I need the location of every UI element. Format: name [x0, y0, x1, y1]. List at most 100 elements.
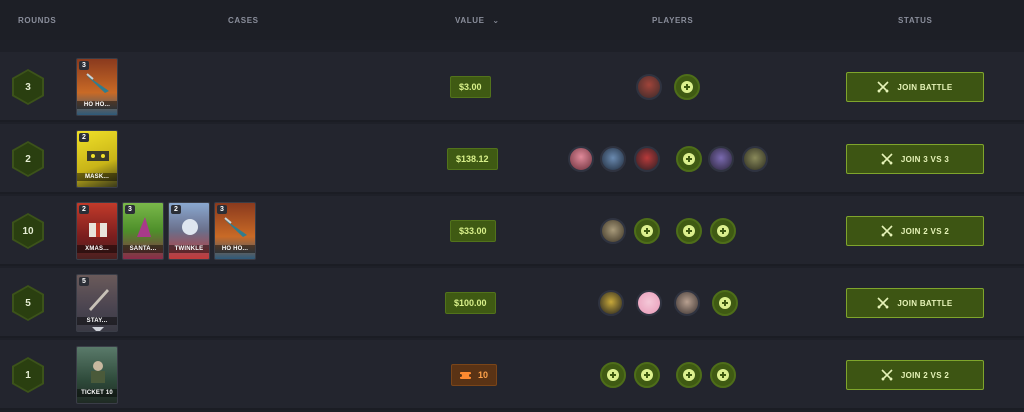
- case-count: 3: [217, 205, 227, 214]
- blade-icon: [89, 289, 109, 311]
- case-card[interactable]: 3 SANTA...: [122, 202, 164, 260]
- soldier-icon: [91, 361, 105, 383]
- rounds-badge: 1: [12, 357, 44, 393]
- case-count: 3: [125, 205, 135, 214]
- rounds-value: 5: [14, 287, 42, 319]
- case-card[interactable]: 5 STAY...: [76, 274, 118, 332]
- rounds-badge: 5: [12, 285, 44, 321]
- case-count: 2: [79, 133, 89, 142]
- case-name: TWINKLE: [169, 245, 209, 253]
- add-player-button[interactable]: [676, 362, 702, 388]
- battle-value: $138.12: [447, 148, 498, 170]
- crossed-swords-icon: [877, 81, 889, 93]
- battle-row: 2 2 MASK... $138.12 JOIN 3 VS 3: [0, 124, 1024, 194]
- add-player-button[interactable]: [634, 362, 660, 388]
- plus-icon: [683, 225, 695, 237]
- knife-icon: [86, 73, 109, 93]
- header-cases: CASES: [228, 16, 259, 25]
- add-player-button[interactable]: [710, 218, 736, 244]
- battle-value-amount: 10: [478, 370, 489, 380]
- case-card[interactable]: 3 HO HO...: [76, 58, 118, 116]
- plus-icon: [719, 297, 731, 309]
- battle-value: $100.00: [445, 292, 496, 314]
- case-card[interactable]: 2 TWINKLE: [168, 202, 210, 260]
- crossed-swords-icon: [881, 369, 893, 381]
- join-battle-button[interactable]: JOIN BATTLE: [846, 288, 984, 318]
- case-name: SANTA...: [123, 245, 163, 253]
- case-name: MASK...: [77, 173, 117, 181]
- join-button-label: JOIN 2 VS 2: [900, 370, 950, 380]
- case-card[interactable]: 2 MASK...: [76, 130, 118, 188]
- join-battle-button[interactable]: JOIN 2 VS 2: [846, 216, 984, 246]
- battle-row: 10 2 XMAS... 3 SANTA... 2 TWINKLE 3 HO H…: [0, 196, 1024, 266]
- mask-icon: [87, 151, 109, 161]
- case-count: 2: [79, 205, 89, 214]
- crossed-swords-icon: [877, 297, 889, 309]
- case-count: 3: [79, 61, 89, 70]
- rounds-value: 1: [14, 359, 42, 391]
- plus-icon: [641, 225, 653, 237]
- join-button-label: JOIN BATTLE: [897, 82, 953, 92]
- plus-icon: [607, 369, 619, 381]
- crossed-swords-icon: [881, 225, 893, 237]
- rounds-value: 2: [14, 143, 42, 175]
- header-rounds: ROUNDS: [18, 16, 57, 25]
- santa-icon: [137, 217, 151, 237]
- case-count: 2: [171, 205, 181, 214]
- add-player-button[interactable]: [676, 218, 702, 244]
- case-pointer: [92, 327, 104, 331]
- table-header: ROUNDS CASES VALUE ⌄ PLAYERS STATUS: [0, 0, 1024, 40]
- join-button-label: JOIN BATTLE: [897, 298, 953, 308]
- gift-icon: [89, 223, 107, 237]
- case-name: TICKET 10: [77, 389, 117, 397]
- case-card[interactable]: TICKET 10: [76, 346, 118, 404]
- chevron-down-icon: ⌄: [492, 16, 500, 25]
- header-value-sort[interactable]: VALUE ⌄: [455, 16, 500, 25]
- case-card[interactable]: 2 XMAS...: [76, 202, 118, 260]
- crossed-swords-icon: [881, 153, 893, 165]
- add-player-button[interactable]: [710, 362, 736, 388]
- case-card[interactable]: 3 HO HO...: [214, 202, 256, 260]
- case-name: HO HO...: [215, 245, 255, 253]
- player-avatar[interactable]: [634, 146, 660, 172]
- plus-icon: [641, 369, 653, 381]
- plus-icon: [717, 225, 729, 237]
- join-button-label: JOIN 3 VS 3: [900, 154, 950, 164]
- add-player-button[interactable]: [600, 362, 626, 388]
- header-players: PLAYERS: [652, 16, 694, 25]
- rounds-value: 10: [14, 215, 42, 247]
- header-status: STATUS: [898, 16, 933, 25]
- player-avatar[interactable]: [708, 146, 734, 172]
- plus-icon: [683, 369, 695, 381]
- player-avatar[interactable]: [742, 146, 768, 172]
- rounds-badge: 3: [12, 69, 44, 105]
- battle-value: $3.00: [450, 76, 491, 98]
- player-avatar[interactable]: [568, 146, 594, 172]
- join-battle-button[interactable]: JOIN 3 VS 3: [846, 144, 984, 174]
- case-count: 5: [79, 277, 89, 286]
- player-avatar[interactable]: [674, 290, 700, 316]
- case-name: STAY...: [77, 317, 117, 325]
- player-avatar[interactable]: [636, 74, 662, 100]
- battle-row: 5 5 STAY... $100.00 JOIN BATTLE: [0, 268, 1024, 338]
- case-name: HO HO...: [77, 101, 117, 109]
- add-player-button[interactable]: [634, 218, 660, 244]
- player-avatar[interactable]: [598, 290, 624, 316]
- plus-icon: [717, 369, 729, 381]
- join-battle-button[interactable]: JOIN BATTLE: [846, 72, 984, 102]
- ticket-icon: [459, 371, 472, 379]
- rounds-badge: 10: [12, 213, 44, 249]
- case-name: XMAS...: [77, 245, 117, 253]
- player-avatar[interactable]: [636, 290, 662, 316]
- player-avatar[interactable]: [600, 146, 626, 172]
- battle-value: 10: [451, 364, 498, 386]
- player-avatar[interactable]: [600, 218, 626, 244]
- twinkle-icon: [182, 219, 198, 235]
- add-player-button[interactable]: [676, 146, 702, 172]
- add-player-button[interactable]: [712, 290, 738, 316]
- plus-icon: [681, 81, 693, 93]
- join-battle-button[interactable]: JOIN 2 VS 2: [846, 360, 984, 390]
- plus-icon: [683, 153, 695, 165]
- add-player-button[interactable]: [674, 74, 700, 100]
- battle-row: 3 3 HO HO... $3.00 JOIN BATTLE: [0, 52, 1024, 122]
